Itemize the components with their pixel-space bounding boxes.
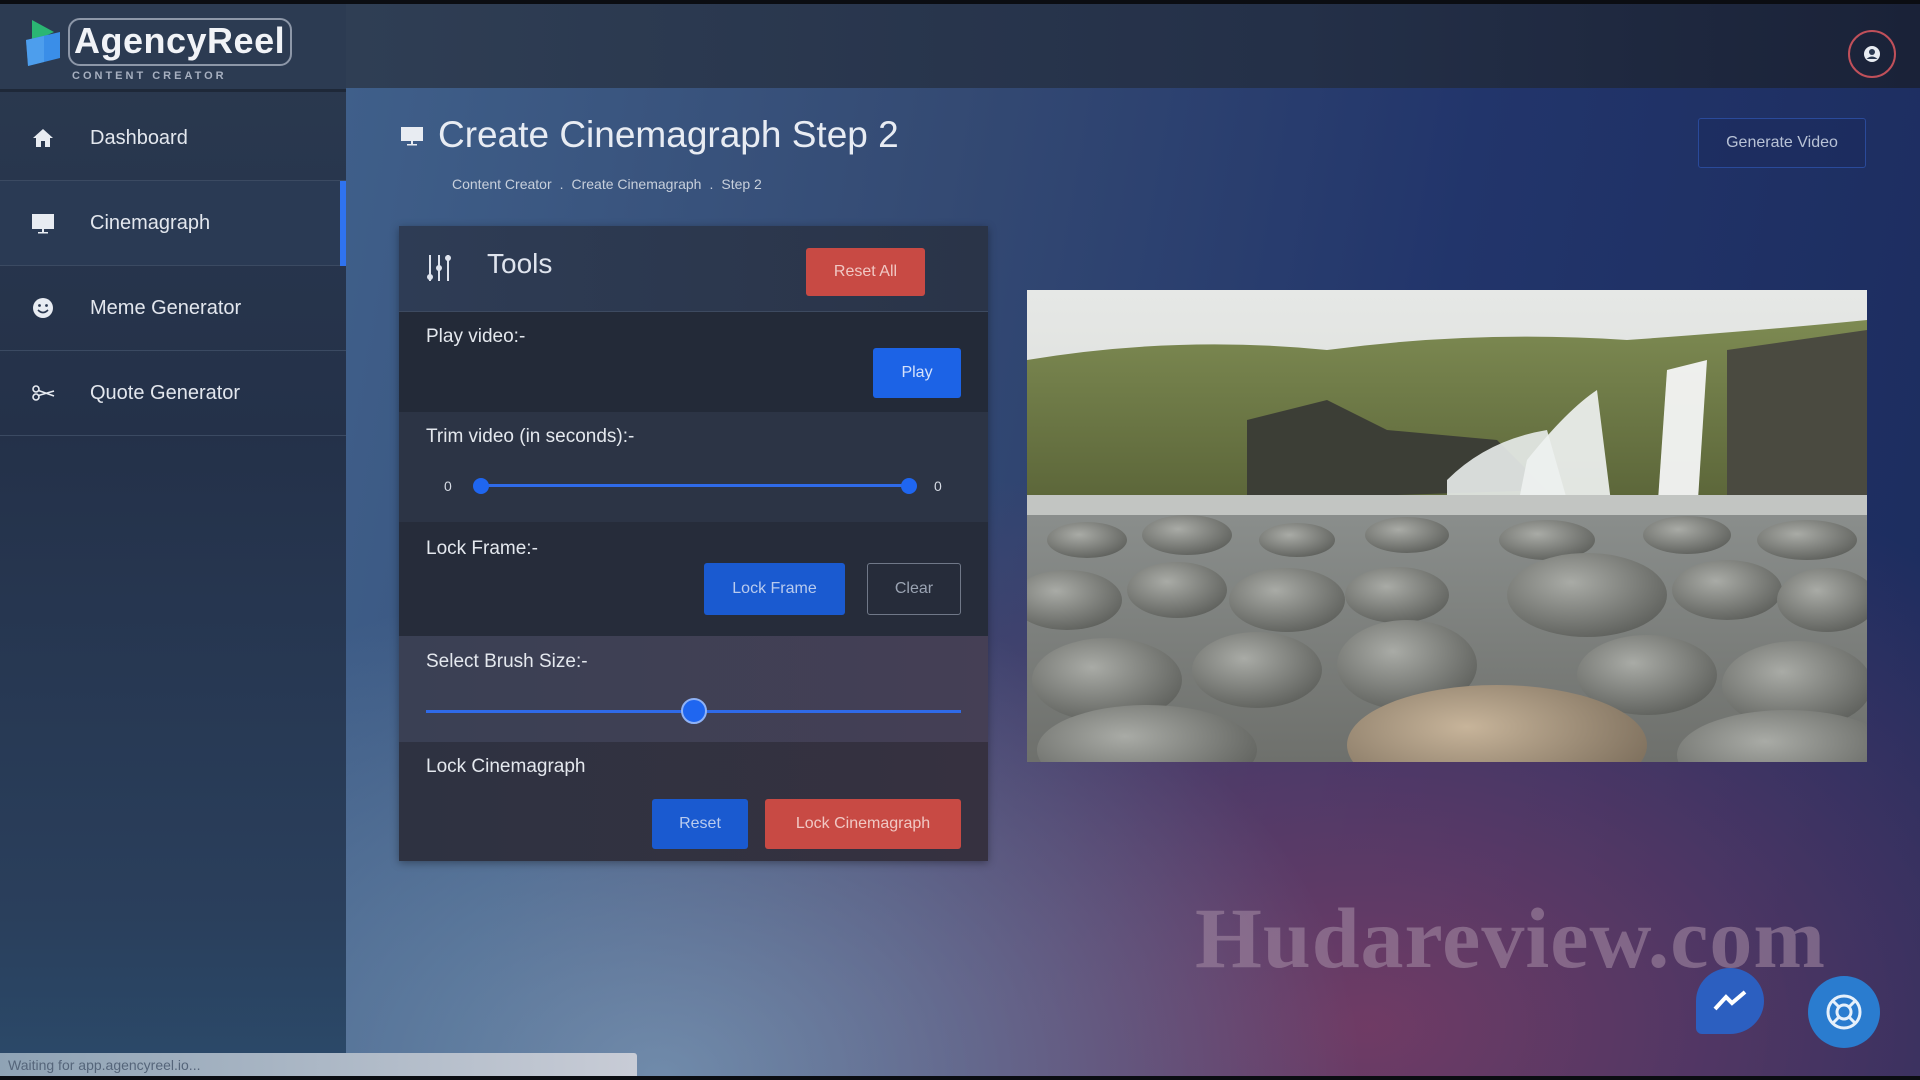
lock-cinemagraph-section: Lock Cinemagraph Reset Lock Cinemagraph <box>399 742 988 861</box>
trim-slider-track[interactable] <box>481 484 909 487</box>
breadcrumb: Content Creator . Create Cinemagraph . S… <box>452 176 762 192</box>
top-header <box>346 4 1920 88</box>
trim-max-value: 0 <box>934 478 942 494</box>
sidebar-item-label: Meme Generator <box>90 296 242 319</box>
lock-frame-button[interactable]: Lock Frame <box>704 563 845 615</box>
messenger-icon <box>1713 990 1747 1011</box>
waterfall-scene-image <box>1027 290 1867 762</box>
reset-all-button[interactable]: Reset All <box>806 248 925 296</box>
tools-header: Tools Reset All <box>399 226 988 312</box>
monitor-icon <box>26 212 60 234</box>
brush-size-slider-handle[interactable] <box>680 698 707 724</box>
lock-frame-label: Lock Frame:- <box>426 538 538 559</box>
tools-title: Tools <box>487 248 553 279</box>
tools-panel: Tools Reset All Play video:- Play Trim v… <box>399 226 988 861</box>
trim-start-handle[interactable] <box>473 478 489 494</box>
lifebuoy-help-icon <box>1826 994 1862 1030</box>
breadcrumb-item-content-creator[interactable]: Content Creator <box>452 176 552 192</box>
user-menu-button[interactable] <box>1848 30 1896 78</box>
generate-video-button[interactable]: Generate Video <box>1698 118 1866 168</box>
trim-video-label: Trim video (in seconds):- <box>426 426 635 447</box>
breadcrumb-separator: . <box>559 176 564 192</box>
logo-text: AgencyReel <box>74 20 286 61</box>
lock-cinemagraph-label: Lock Cinemagraph <box>426 756 586 777</box>
breadcrumb-item-step-2: Step 2 <box>721 176 762 192</box>
lock-cinemagraph-button[interactable]: Lock Cinemagraph <box>765 799 961 849</box>
sidebar-item-label: Cinemagraph <box>90 211 211 234</box>
monitor-icon <box>401 127 423 146</box>
brush-size-label: Select Brush Size:- <box>426 651 588 672</box>
logo[interactable]: AgencyReel CONTENT CREATOR <box>0 4 346 92</box>
trim-min-value: 0 <box>444 478 452 494</box>
lock-frame-section: Lock Frame:- Lock Frame Clear <box>399 522 988 636</box>
help-button[interactable] <box>1808 976 1880 1048</box>
brush-size-section: Select Brush Size:- <box>399 636 988 742</box>
sidebar-nav: Dashboard Cinemagraph Meme Generator Quo… <box>0 96 346 436</box>
bottom-edge <box>0 1076 1920 1080</box>
play-button[interactable]: Play <box>873 348 961 398</box>
sidebar-item-meme-generator[interactable]: Meme Generator <box>0 266 346 351</box>
logo-mark-icon <box>26 20 60 66</box>
breadcrumb-item-create-cinemagraph[interactable]: Create Cinemagraph <box>572 176 702 192</box>
browser-status-bar: Waiting for app.agencyreel.io... <box>0 1053 637 1076</box>
smiley-icon <box>26 297 60 319</box>
page-title: Create Cinemagraph Step 2 <box>400 114 899 156</box>
sidebar-item-cinemagraph[interactable]: Cinemagraph <box>0 181 346 266</box>
sidebar-item-dashboard[interactable]: Dashboard <box>0 96 346 181</box>
sliders-icon <box>427 255 451 281</box>
home-icon <box>26 127 60 149</box>
user-avatar-icon <box>1864 46 1880 62</box>
clear-button[interactable]: Clear <box>867 563 961 615</box>
messenger-button[interactable] <box>1696 968 1764 1034</box>
play-video-section: Play video:- Play <box>399 312 988 412</box>
sidebar: AgencyReel CONTENT CREATOR Dashboard Cin… <box>0 4 346 1076</box>
trim-end-handle[interactable] <box>901 478 917 494</box>
sidebar-item-label: Quote Generator <box>90 381 241 404</box>
cinemagraph-preview-canvas[interactable] <box>1027 290 1867 762</box>
play-video-label: Play video:- <box>426 326 526 347</box>
trim-video-section: Trim video (in seconds):- 0 0 <box>399 412 988 522</box>
page-title-text: Create Cinemagraph Step 2 <box>438 114 899 155</box>
reset-button[interactable]: Reset <box>652 799 748 849</box>
scissors-icon <box>26 384 60 402</box>
sidebar-item-label: Dashboard <box>90 126 188 149</box>
sidebar-item-quote-generator[interactable]: Quote Generator <box>0 351 346 436</box>
breadcrumb-separator: . <box>709 176 714 192</box>
logo-tagline: CONTENT CREATOR <box>72 70 227 82</box>
